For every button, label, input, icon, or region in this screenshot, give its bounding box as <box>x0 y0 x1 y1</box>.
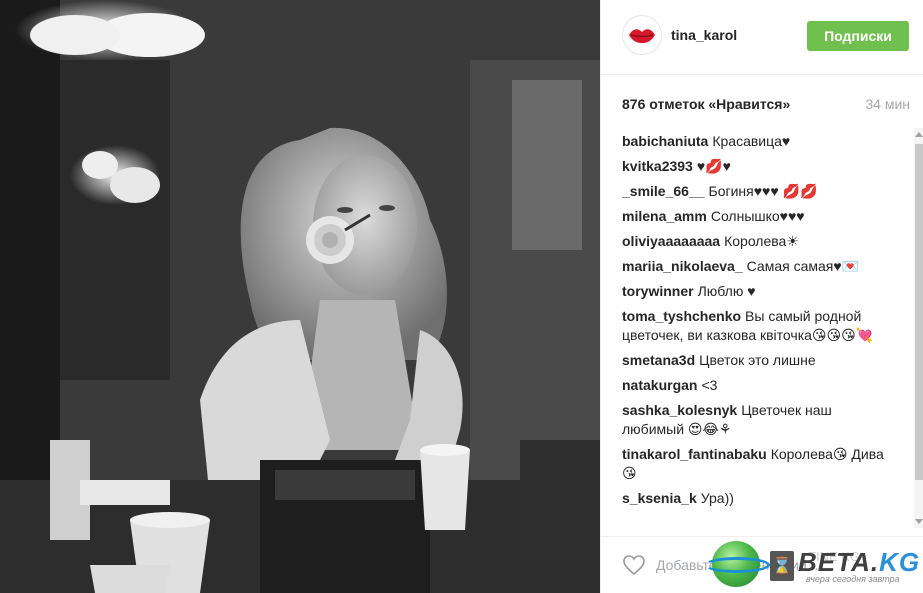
comment-item: sashka_kolesnyk Цветочек наш любимый 😍😂⚘ <box>622 401 897 439</box>
post-details-panel: tina_karol Подписки 876 отметок «Нравитс… <box>600 0 923 593</box>
comment-text: Красавица♥ <box>712 133 791 149</box>
scroll-up-arrow-icon[interactable] <box>915 132 923 137</box>
post-photo[interactable] <box>0 0 600 593</box>
comment-input[interactable] <box>656 554 906 576</box>
post-time[interactable]: 34 мин <box>865 96 910 112</box>
comment-author-link[interactable]: _smile_66__ <box>622 183 705 199</box>
comment-author-link[interactable]: milena_amm <box>622 208 707 224</box>
comment-item: smetana3d Цветок это лишне <box>622 351 897 370</box>
scroll-down-arrow-icon[interactable] <box>915 519 923 524</box>
comment-text: Люблю ♥ <box>697 283 756 299</box>
heart-outline-icon[interactable] <box>622 553 646 577</box>
comment-author-link[interactable]: mariia_nikolaeva_ <box>622 258 743 274</box>
comment-author-link[interactable]: smetana3d <box>622 352 695 368</box>
comment-author-link[interactable]: s_ksenia_k <box>622 490 697 506</box>
comment-text: Королева☀ <box>724 233 799 249</box>
scroll-thumb[interactable] <box>915 144 923 480</box>
comment-author-link[interactable]: torywinner <box>622 283 694 299</box>
comment-item: babichaniuta Красавица♥ <box>622 132 897 151</box>
comment-author-link[interactable]: toma_tyshchenko <box>622 308 741 324</box>
likes-count[interactable]: 876 отметок «Нравится» <box>622 96 790 112</box>
comment-author-link[interactable]: oliviyaaaaaaaa <box>622 233 720 249</box>
comment-item: _smile_66__ Богиня♥♥♥ 💋💋 <box>622 182 897 201</box>
follow-button[interactable]: Подписки <box>807 21 909 51</box>
comment-text: Ура)) <box>700 490 734 506</box>
comment-author-link[interactable]: babichaniuta <box>622 133 708 149</box>
post-image <box>0 0 600 593</box>
comments-list: babichaniuta Красавица♥ kvitka2393 ♥💋♥ _smil… <box>622 132 897 528</box>
comment-text: Богиня♥♥♥ 💋💋 <box>708 183 818 199</box>
comment-item: oliviyaaaaaaaa Королева☀ <box>622 232 897 251</box>
comment-text: Цветок это лишне <box>699 352 816 368</box>
comment-author-link[interactable]: tinakarol_fantinabaku <box>622 446 767 462</box>
avatar[interactable] <box>622 15 662 55</box>
comment-item: mariia_nikolaeva_ Самая самая♥💌 <box>622 257 897 276</box>
comment-item: kvitka2393 ♥💋♥ <box>622 157 897 176</box>
comment-author-link[interactable]: kvitka2393 <box>622 158 693 174</box>
post-header: tina_karol Подписки <box>601 0 923 75</box>
comment-item: toma_tyshchenko Вы самый родной цветочек,… <box>622 307 897 345</box>
comment-item: natakurgan <3 <box>622 376 897 395</box>
comment-item: s_ksenia_k Ура)) <box>622 489 897 508</box>
comment-item: torywinner Люблю ♥ <box>622 282 897 301</box>
comment-text: Самая самая♥💌 <box>746 258 860 274</box>
username-link[interactable]: tina_karol <box>671 27 737 43</box>
comment-author-link[interactable]: sashka_kolesnyk <box>622 402 737 418</box>
lips-icon <box>629 29 655 43</box>
comment-item: tinakarol_fantinabaku Королева😘 Дива😘 <box>622 445 897 483</box>
comment-item: milena_amm Солнышко♥♥♥ <box>622 207 897 226</box>
comment-author-link[interactable]: natakurgan <box>622 377 697 393</box>
post-stats: 876 отметок «Нравится» 34 мин <box>622 96 910 114</box>
comment-text: ♥💋♥ <box>696 158 731 174</box>
comments-scrollbar[interactable] <box>914 128 923 528</box>
comment-text: <3 <box>701 377 718 393</box>
post-footer <box>601 536 923 593</box>
comment-text: Солнышко♥♥♥ <box>710 208 805 224</box>
